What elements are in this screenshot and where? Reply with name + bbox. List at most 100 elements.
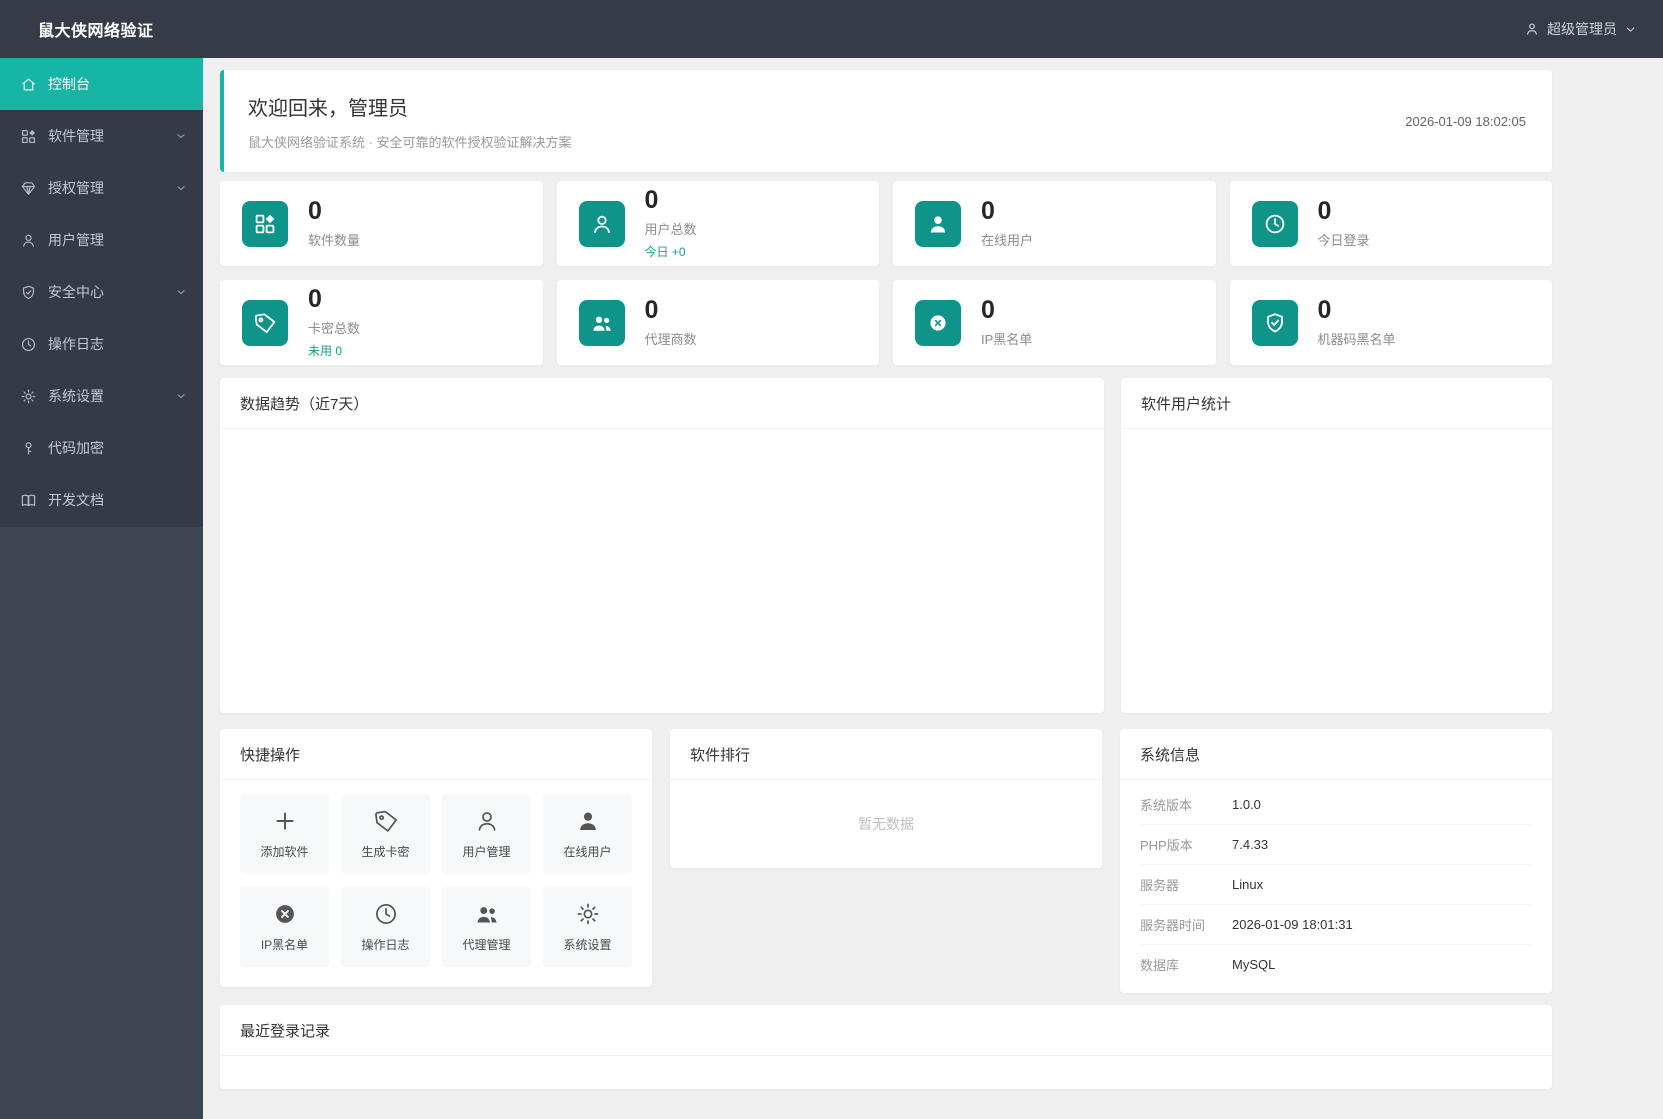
panel-title: 系统信息: [1120, 729, 1552, 780]
quick-action-label: IP黑名单: [260, 938, 309, 952]
user-outline-icon: [478, 812, 495, 831]
info-label: 服务器: [1140, 878, 1180, 893]
stat-value: 0: [1317, 196, 1332, 225]
quick-action-generate-keys[interactable]: 生成卡密: [341, 794, 430, 874]
quick-action-label: 用户管理: [462, 845, 511, 859]
sidebar-item-label: 安全中心: [48, 284, 104, 300]
bottom-row: 快捷操作 添加软件 生成卡密 用户管理 在线用户 IP黑名单 操作日志 代理管理…: [220, 729, 1552, 993]
home-icon: [22, 78, 35, 90]
ranking-body: 暂无数据: [670, 780, 1102, 868]
stat-card-card-keys: 0 卡密总数 未用 0: [220, 280, 543, 365]
quick-action-ip-blacklist[interactable]: IP黑名单: [240, 887, 329, 967]
sidebar-item-label: 开发文档: [48, 492, 104, 508]
chevron-down-icon: [177, 186, 185, 190]
chevron-down-icon: [177, 394, 185, 398]
panel-title: 软件排行: [670, 729, 1102, 780]
sidebar-item-users[interactable]: 用户管理: [0, 214, 203, 266]
tag-icon: [374, 810, 397, 832]
sidebar-item-label: 用户管理: [48, 232, 104, 248]
current-datetime: 2026-01-09 18:02:05: [1405, 113, 1526, 129]
quick-action-label: 添加软件: [260, 845, 309, 859]
system-info-row: 服务器 Linux: [1140, 865, 1532, 905]
key-icon: [25, 441, 32, 454]
user-dropdown[interactable]: 超级管理员: [1524, 19, 1663, 39]
sidebar-item-label: 软件管理: [48, 128, 104, 144]
system-info-list: 系统版本 1.0.0 PHP版本 7.4.33 服务器 Linux 服务器时间 …: [1120, 780, 1552, 993]
sidebar-item-label: 代码加密: [48, 440, 104, 456]
stat-label: 卡密总数: [308, 321, 361, 337]
quick-action-operation-logs[interactable]: 操作日志: [341, 887, 430, 967]
info-label: PHP版本: [1140, 838, 1193, 853]
info-label: 数据库: [1140, 958, 1180, 973]
sidebar-item-settings[interactable]: 系统设置: [0, 370, 203, 422]
quick-actions-grid: 添加软件 生成卡密 用户管理 在线用户 IP黑名单 操作日志 代理管理 系统设置: [220, 780, 652, 987]
stat-label: 代理商数: [644, 332, 697, 348]
sidebar-item-code-encrypt[interactable]: 代码加密: [0, 422, 203, 474]
welcome-banner: 欢迎回来，管理员 鼠大侠网络验证系统 · 安全可靠的软件授权验证解决方案 202…: [220, 70, 1552, 172]
stat-card-online-users: 0 在线用户: [893, 181, 1216, 266]
quick-action-label: 操作日志: [361, 938, 410, 952]
stat-card-software-count: 0 软件数量: [220, 181, 543, 266]
apps-icon: [242, 200, 288, 247]
gem-icon: [21, 181, 36, 195]
info-value: 7.4.33: [1232, 837, 1269, 852]
chevron-down-icon: [1624, 23, 1637, 36]
quick-action-agent-management[interactable]: 代理管理: [442, 887, 531, 967]
sidebar-item-security[interactable]: 安全中心: [0, 266, 203, 318]
plus-icon: [275, 812, 294, 830]
empty-state-text: 暂无数据: [858, 816, 914, 832]
clock-icon: [375, 904, 396, 924]
tag-icon: [242, 299, 288, 346]
stat-card-total-users: 0 用户总数 今日 +0: [556, 181, 879, 266]
sidebar-item-label: 授权管理: [48, 180, 104, 196]
stat-card-agents: 0 代理商数: [556, 280, 879, 365]
main-content: 欢迎回来，管理员 鼠大侠网络验证系统 · 安全可靠的软件授权验证解决方案 202…: [220, 58, 1552, 1089]
sidebar-item-authorization[interactable]: 授权管理: [0, 162, 203, 214]
stat-value: 0: [308, 284, 322, 313]
circle-x-icon: [275, 905, 294, 923]
stat-value: 0: [981, 196, 995, 225]
welcome-subtitle: 鼠大侠网络验证系统 · 安全可靠的软件授权验证解决方案: [248, 134, 572, 150]
system-info-row: 服务器时间 2026-01-09 18:01:31: [1140, 905, 1532, 945]
sidebar-item-dashboard[interactable]: 控制台: [0, 58, 203, 110]
quick-action-add-software[interactable]: 添加软件: [240, 794, 329, 874]
quick-action-online-users[interactable]: 在线用户: [543, 794, 632, 874]
clock-icon: [21, 337, 36, 351]
quick-action-label: 系统设置: [563, 938, 612, 952]
shield-check-icon: [1251, 299, 1298, 346]
user-name: 超级管理员: [1547, 21, 1617, 37]
panel-title: 最近登录记录: [220, 1005, 1552, 1056]
quick-action-label: 代理管理: [462, 938, 511, 952]
stat-value: 0: [644, 185, 659, 214]
charts-row: 数据趋势（近7天） 软件用户统计: [220, 378, 1552, 713]
users-icon: [578, 299, 625, 346]
software-users-panel: 软件用户统计: [1121, 378, 1552, 713]
circle-x-icon: [915, 299, 961, 346]
quick-actions-panel: 快捷操作 添加软件 生成卡密 用户管理 在线用户 IP黑名单 操作日志 代理管理…: [220, 729, 652, 987]
info-label: 系统版本: [1140, 798, 1193, 813]
info-label: 服务器时间: [1140, 918, 1206, 933]
quick-action-system-settings[interactable]: 系统设置: [543, 887, 632, 967]
user-solid-icon: [915, 200, 961, 247]
stat-sub: 今日 +0: [644, 245, 686, 260]
sidebar-item-label: 系统设置: [48, 388, 104, 404]
system-info-row: 数据库 MySQL: [1140, 945, 1532, 984]
chevron-down-icon: [177, 134, 185, 138]
sidebar-item-software[interactable]: 软件管理: [0, 110, 203, 162]
stat-value: 0: [308, 196, 322, 225]
sidebar-item-logs[interactable]: 操作日志: [0, 318, 203, 370]
sidebar: 控制台 软件管理 授权管理 用户管理 安全中心 操作日志 系统设置 代码加密 开…: [0, 58, 203, 1119]
user-outline-icon: [578, 200, 625, 247]
user-icon: [1524, 21, 1540, 37]
system-info-row: PHP版本 7.4.33: [1140, 825, 1532, 865]
stat-label: IP黑名单: [981, 332, 1033, 348]
gear-icon: [577, 903, 598, 925]
trend-chart-area: [220, 429, 1104, 712]
sidebar-item-dev-docs[interactable]: 开发文档: [0, 474, 203, 526]
user-icon: [23, 234, 34, 247]
app-logo: 鼠大侠网络验证: [38, 23, 154, 40]
user-solid-icon: [579, 812, 596, 830]
panel-title: 数据趋势（近7天）: [220, 378, 1104, 429]
quick-action-user-management[interactable]: 用户管理: [442, 794, 531, 874]
book-icon: [21, 494, 36, 506]
